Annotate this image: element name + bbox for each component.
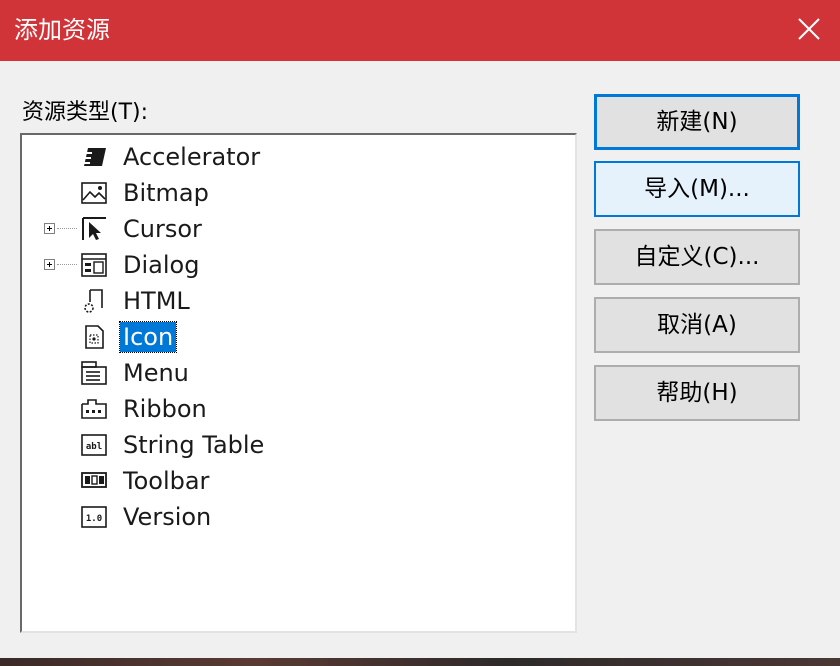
tree-item-string-table[interactable]: abl String Table	[22, 427, 575, 463]
tree-connector	[57, 264, 77, 265]
custom-button[interactable]: 自定义(C)...	[594, 229, 800, 285]
resource-type-tree[interactable]: Accelerator Bitmap Cursor Dialog HTML Ic…	[20, 133, 577, 633]
svg-text:abl: abl	[86, 442, 102, 452]
menu-icon	[81, 361, 107, 385]
bitmap-icon	[81, 182, 107, 204]
svg-text:1.0: 1.0	[86, 514, 102, 524]
tree-connector	[57, 228, 77, 229]
tree-item-version[interactable]: 1.0 Version	[22, 499, 575, 535]
cursor-icon	[82, 217, 106, 240]
window-title: 添加资源	[14, 16, 110, 44]
tree-item-label: Dialog	[123, 251, 200, 279]
icon-resource-icon	[85, 325, 104, 349]
ribbon-icon	[81, 399, 107, 419]
tree-item-label: Icon	[118, 321, 178, 353]
new-button[interactable]: 新建(N)	[594, 94, 800, 150]
tree-item-label: Bitmap	[123, 179, 209, 207]
tree-item-label: Toolbar	[123, 467, 210, 495]
tree-item-label: Version	[123, 503, 212, 531]
html-icon	[84, 289, 103, 313]
tree-item-label: Ribbon	[123, 395, 207, 423]
tree-item-label: Menu	[123, 359, 189, 387]
help-button[interactable]: 帮助(H)	[594, 365, 800, 421]
toolbar-icon	[81, 472, 107, 488]
expand-toggle[interactable]	[44, 259, 55, 270]
accelerator-icon	[82, 148, 106, 166]
tree-item-label: Accelerator	[123, 143, 261, 171]
background-strip	[0, 658, 840, 666]
tree-item-bitmap[interactable]: Bitmap	[22, 175, 575, 211]
tree-item-accelerator[interactable]: Accelerator	[22, 139, 575, 175]
version-icon: 1.0	[81, 506, 107, 528]
tree-item-ribbon[interactable]: Ribbon	[22, 391, 575, 427]
tree-item-menu[interactable]: Menu	[22, 355, 575, 391]
close-button[interactable]	[776, 0, 840, 61]
title-bar: 添加资源	[0, 0, 840, 61]
tree-item-label: Cursor	[123, 215, 202, 243]
tree-item-label: HTML	[123, 287, 190, 315]
string-table-icon: abl	[81, 434, 107, 456]
resource-types-label: 资源类型(T):	[22, 100, 149, 125]
dialog-icon	[81, 253, 107, 277]
tree-item-label: String Table	[123, 431, 265, 459]
tree-item-dialog[interactable]: Dialog	[22, 247, 575, 283]
close-icon	[798, 18, 820, 40]
expand-toggle[interactable]	[44, 223, 55, 234]
import-button[interactable]: 导入(M)...	[594, 161, 800, 217]
cancel-button[interactable]: 取消(A)	[594, 297, 800, 353]
tree-item-html[interactable]: HTML	[22, 283, 575, 319]
tree-item-toolbar[interactable]: Toolbar	[22, 463, 575, 499]
tree-item-icon[interactable]: Icon	[22, 319, 575, 355]
tree-item-cursor[interactable]: Cursor	[22, 211, 575, 247]
